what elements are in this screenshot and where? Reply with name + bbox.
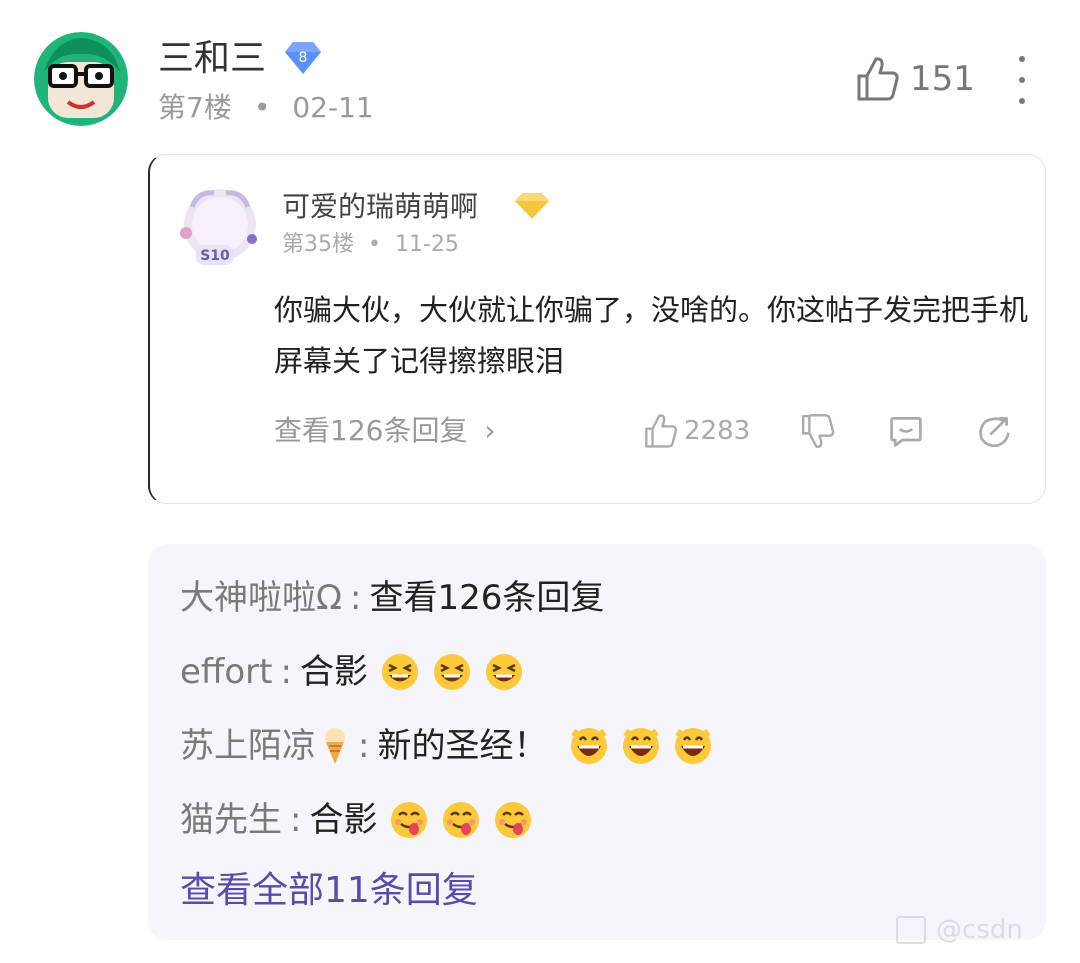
level-number: 8 — [299, 50, 308, 66]
colon-separator: : — [358, 726, 370, 766]
level-badge-icon: 8 — [284, 40, 322, 76]
sub-reply-author[interactable]: effort — [180, 648, 272, 696]
sub-reply-author[interactable]: 大神啦啦Ω — [180, 574, 342, 622]
sub-reply[interactable]: effort : 合影 — [180, 648, 524, 696]
more-options-icon[interactable] — [1006, 56, 1038, 104]
sub-replies-box: 大神啦啦Ω : 查看126条回复 effort : 合影 苏上陌凉 : 新的圣经… — [148, 544, 1046, 940]
watermark: @csdn — [896, 915, 1023, 945]
gold-badge-icon — [514, 191, 550, 221]
quoted-date: 11-25 — [394, 232, 459, 257]
chevron-right-icon: › — [484, 414, 496, 447]
view-all-replies-link[interactable]: 查看全部11条回复 — [180, 866, 478, 916]
thumbs-up-icon — [645, 414, 677, 448]
watermark-logo-icon — [896, 916, 926, 944]
yum-emoji-icon — [495, 802, 532, 838]
grin-squint-emoji-icon — [433, 654, 470, 690]
user-avatar[interactable] — [34, 32, 128, 126]
floor-info: 第7楼 • 02-11 — [158, 88, 374, 128]
ice-cream-icon — [325, 728, 345, 764]
like-button[interactable]: 151 — [856, 56, 975, 102]
quoted-comment-card[interactable]: S10 可爱的瑞萌萌啊 第35楼 • 11-25 你骗大伙，大伙就让你骗了，没啥… — [148, 154, 1046, 504]
quoted-comment-text: 你骗大伙，大伙就让你骗了，没啥的。你这帖子发完把手机屏幕关了记得擦擦眼泪 — [274, 293, 1029, 378]
laugh-emoji-icon — [675, 728, 712, 764]
grin-squint-emoji-icon — [381, 654, 418, 690]
sub-reply-text: 查看126条回复 — [369, 578, 605, 618]
sub-reply-text: 合影 — [299, 652, 368, 692]
laugh-emoji-icon — [571, 728, 608, 764]
sub-reply[interactable]: 苏上陌凉 : 新的圣经！ — [180, 722, 713, 770]
comment-icon[interactable] — [888, 413, 924, 449]
watermark-text: @csdn — [936, 915, 1023, 945]
quoted-like-count: 2283 — [684, 416, 751, 446]
sub-reply-author[interactable]: 苏上陌凉 — [180, 722, 316, 770]
sub-reply[interactable]: 大神啦啦Ω : 查看126条回复 — [180, 574, 604, 622]
share-icon[interactable] — [976, 413, 1012, 449]
colon-separator: : — [280, 652, 292, 692]
quoted-floor-number: 第35楼 — [282, 232, 354, 257]
dot-separator: • — [368, 232, 381, 257]
thumbs-down-icon[interactable] — [800, 413, 836, 449]
comment-date: 02-11 — [292, 91, 374, 124]
laugh-emoji-icon — [623, 728, 660, 764]
quoted-actions: 2283 — [644, 411, 1064, 451]
avatar-frame-tag: S10 — [200, 248, 230, 264]
sub-reply-text: 合影 — [309, 800, 378, 840]
quoted-floor-info: 第35楼 • 11-25 — [282, 229, 459, 261]
quoted-like-button[interactable]: 2283 — [644, 413, 750, 449]
username[interactable]: 三和三 — [158, 34, 266, 84]
quoted-avatar[interactable]: S10 — [174, 181, 266, 273]
view-replies-label: 查看126条回复 — [274, 414, 468, 447]
sub-reply[interactable]: 猫先生 : 合影 — [180, 796, 533, 844]
thumbs-up-icon — [857, 57, 899, 101]
grin-squint-emoji-icon — [485, 654, 522, 690]
dot-separator: • — [253, 91, 271, 124]
yum-emoji-icon — [443, 802, 480, 838]
view-replies-link[interactable]: 查看126条回复 › — [274, 411, 496, 451]
like-count: 151 — [910, 59, 975, 99]
colon-separator: : — [349, 578, 362, 618]
quoted-username[interactable]: 可爱的瑞萌萌啊 — [282, 187, 478, 227]
yum-emoji-icon — [391, 802, 428, 838]
floor-number: 第7楼 — [158, 91, 232, 124]
sub-reply-author[interactable]: 猫先生 — [180, 796, 282, 844]
colon-separator: : — [290, 800, 302, 840]
sub-reply-text: 新的圣经！ — [377, 726, 548, 766]
